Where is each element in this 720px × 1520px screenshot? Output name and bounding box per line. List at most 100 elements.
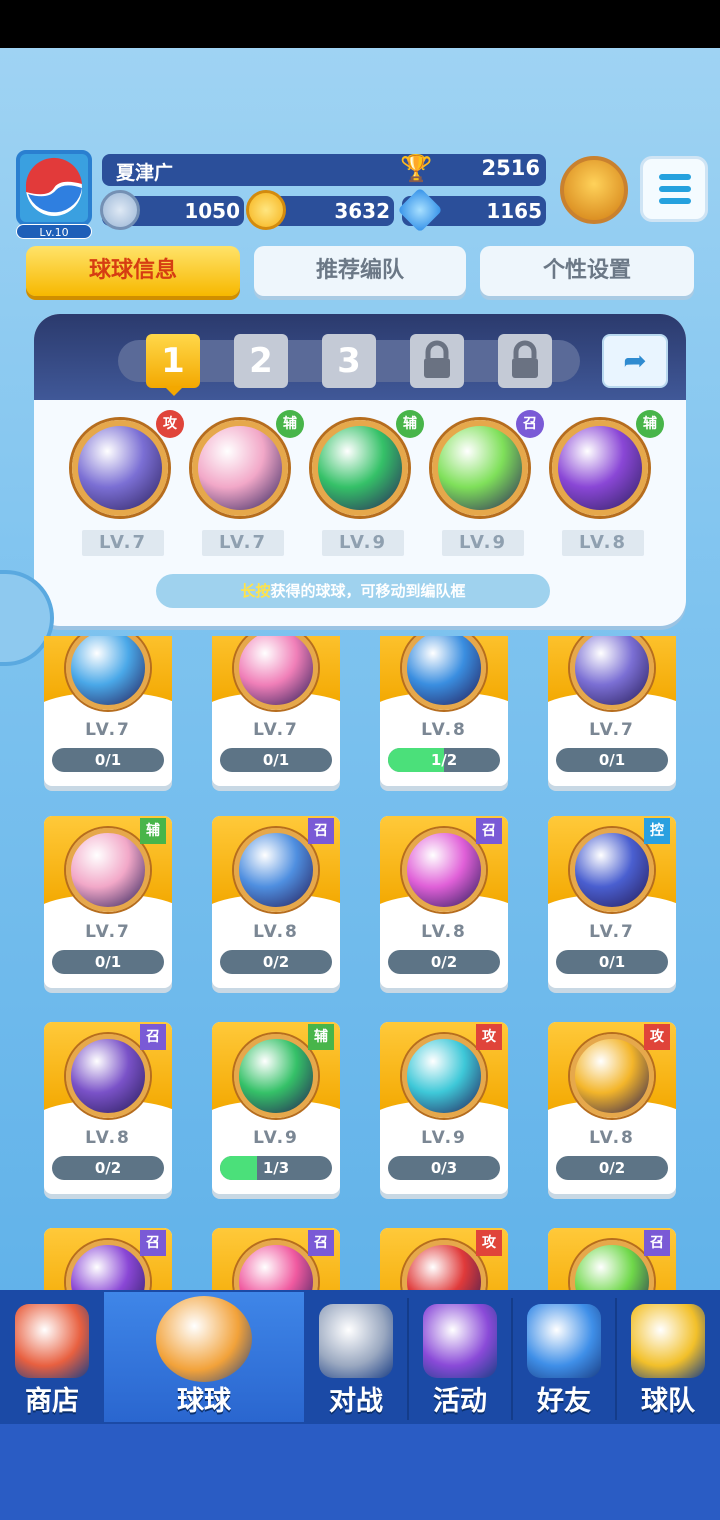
upgrade-progress-bar: 1/2 [388, 748, 500, 772]
energy-value: 1050 [184, 199, 240, 223]
player-avatar[interactable] [16, 150, 92, 226]
lock-icon [424, 340, 450, 378]
ball-card[interactable]: 召 [548, 1228, 676, 1290]
ball-card[interactable]: LV.7 0/1 [44, 636, 172, 786]
nav-item-1[interactable]: 商店 [0, 1292, 104, 1422]
whistle-icon [631, 1304, 705, 1378]
team-ball-role-tag: 召 [516, 410, 544, 438]
upgrade-progress-bar: 1/3 [220, 1156, 332, 1180]
progress-text: 0/2 [430, 953, 458, 971]
team-slot-4-locked[interactable] [410, 334, 464, 388]
team-slot-2[interactable]: 2 [234, 334, 288, 388]
ball-card[interactable]: 召 [212, 1228, 340, 1290]
ball-card[interactable]: 召 LV.8 0/2 [380, 816, 508, 988]
tab-recommended-team[interactable]: 推荐编队 [254, 246, 466, 296]
diamond-value: 1165 [486, 199, 542, 223]
ball-role-tag: 控 [644, 818, 670, 844]
nav-item-6[interactable]: 球队 [616, 1292, 720, 1422]
nav-item-4[interactable]: 活动 [408, 1292, 512, 1422]
ball-level: LV.7 [589, 720, 635, 740]
upgrade-progress-bar: 0/1 [52, 950, 164, 974]
nav-label: 对战 [329, 1386, 383, 1417]
upgrade-progress-bar: 0/2 [52, 1156, 164, 1180]
hint-text: 获得的球球，可移动到编队框 [270, 582, 466, 600]
lock-icon [512, 340, 538, 378]
ball-level: LV.7 [85, 720, 131, 740]
ball-card[interactable]: LV.8 1/2 [380, 636, 508, 786]
team-ball-level: LV.8 [562, 530, 644, 556]
upgrade-progress-bar: 0/1 [556, 748, 668, 772]
ball-icon [234, 1034, 318, 1118]
team-ball-3[interactable] [312, 420, 408, 516]
nav-label: 球队 [641, 1386, 695, 1417]
upgrade-progress-bar: 0/2 [556, 1156, 668, 1180]
nav-item-2[interactable]: 球球 [104, 1292, 304, 1422]
ball-level: LV.8 [253, 922, 299, 942]
ball-card[interactable]: LV.7 0/1 [212, 636, 340, 786]
ball-role-tag: 辅 [308, 1024, 334, 1050]
ball-icon [570, 1034, 654, 1118]
team-ball-level: LV.7 [82, 530, 164, 556]
ball-collection-grid: LV.7 0/1 LV.7 0/1 LV.8 1/2 LV.7 0/1 辅 LV.7 0/1 召 LV.… [0, 636, 720, 1290]
ball-card[interactable]: 控 LV.7 0/1 [548, 816, 676, 988]
nav-item-5[interactable]: 好友 [512, 1292, 616, 1422]
ball-card[interactable]: 召 LV.8 0/2 [212, 816, 340, 988]
ball-card[interactable]: 攻 LV.9 0/3 [380, 1022, 508, 1194]
ball-card[interactable]: 辅 LV.9 1/3 [212, 1022, 340, 1194]
gold-value: 3632 [334, 199, 390, 223]
ball-card[interactable]: LV.7 0/1 [548, 636, 676, 786]
team-ball-role-tag: 攻 [156, 410, 184, 438]
team-ball-5[interactable] [552, 420, 648, 516]
hint-highlight: 长按 [240, 582, 271, 600]
team-ball-level: LV.7 [202, 530, 284, 556]
team-ball-4[interactable] [432, 420, 528, 516]
drag-hint: 长按获得的球球，可移动到编队框 [156, 574, 550, 608]
ball-level: LV.8 [85, 1128, 131, 1148]
team-ball-2[interactable] [192, 420, 288, 516]
progress-text: 1/3 [262, 1159, 290, 1177]
team-ball-level: LV.9 [322, 530, 404, 556]
progress-text: 0/1 [598, 953, 626, 971]
progress-text: 1/2 [430, 751, 458, 769]
team-ball-level: LV.9 [442, 530, 524, 556]
progress-text: 0/1 [94, 751, 122, 769]
ball-icon [66, 828, 150, 912]
team-ball-role-tag: 辅 [276, 410, 304, 438]
ball-icon [402, 1034, 486, 1118]
menu-button[interactable] [640, 156, 708, 222]
upgrade-progress-bar: 0/1 [220, 748, 332, 772]
progress-text: 0/2 [262, 953, 290, 971]
tab-personal-settings[interactable]: 个性设置 [480, 246, 694, 296]
shop-icon [15, 1304, 89, 1378]
team-ball-1[interactable] [72, 420, 168, 516]
upgrade-progress-bar: 0/1 [556, 950, 668, 974]
team-slot-3[interactable]: 3 [322, 334, 376, 388]
share-button[interactable]: ➦ [602, 334, 668, 388]
ball-icon [234, 828, 318, 912]
status-bar [0, 0, 720, 48]
ball-card[interactable]: 召 [44, 1228, 172, 1290]
trophy-count: 2516 [481, 156, 540, 180]
party-popper-icon [423, 1304, 497, 1378]
player-level-badge: Lv.10 [16, 224, 92, 239]
ball-icon [66, 1034, 150, 1118]
team-ball-role-tag: 辅 [636, 410, 664, 438]
nav-item-3[interactable]: 对战 [304, 1292, 408, 1422]
ball-card[interactable]: 辅 LV.7 0/1 [44, 816, 172, 988]
tab-ball-info[interactable]: 球球信息 [26, 246, 240, 296]
progress-text: 0/2 [94, 1159, 122, 1177]
upgrade-progress-bar: 0/1 [52, 748, 164, 772]
ball-card[interactable]: 攻 [380, 1228, 508, 1290]
rank-badge-icon[interactable] [560, 156, 628, 224]
swords-icon [319, 1304, 393, 1378]
ball-card[interactable]: 攻 LV.8 0/2 [548, 1022, 676, 1194]
gold-coin-icon [246, 190, 286, 230]
team-slot-1[interactable]: 1 [146, 334, 200, 388]
team-slot-5-locked[interactable] [498, 334, 552, 388]
ball-card[interactable]: 召 LV.8 0/2 [44, 1022, 172, 1194]
nav-label: 活动 [433, 1386, 487, 1417]
nav-separator [615, 1298, 617, 1420]
ball-level: LV.8 [421, 922, 467, 942]
ball-level: LV.9 [253, 1128, 299, 1148]
ball-role-tag: 召 [140, 1024, 166, 1050]
